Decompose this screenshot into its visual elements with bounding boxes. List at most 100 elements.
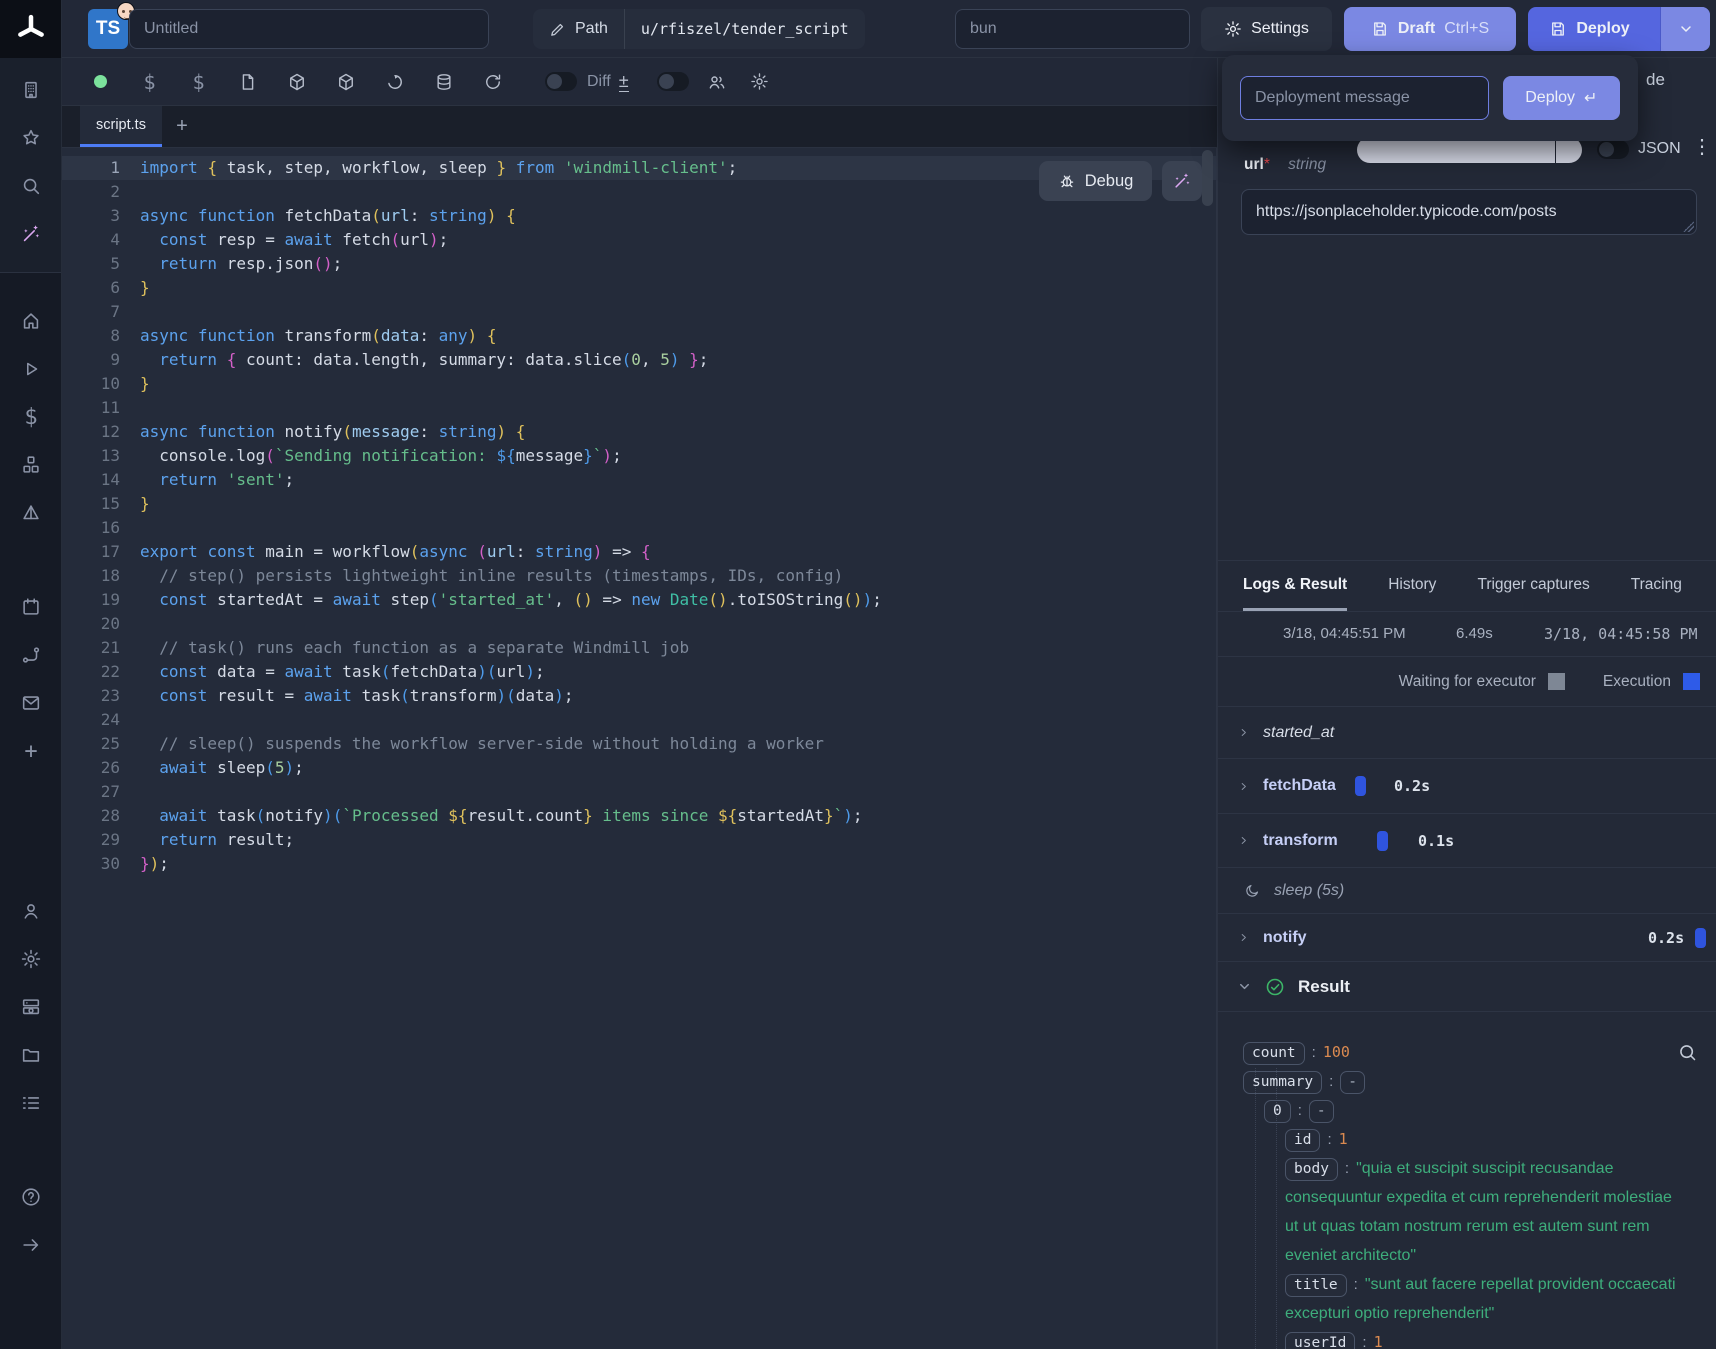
code-line-14[interactable]: return 'sent'; <box>140 468 882 492</box>
code-line-6[interactable]: } <box>140 276 882 300</box>
sidebar-item-server[interactable] <box>0 983 62 1031</box>
url-arg-input[interactable]: https://jsonplaceholder.typicode.com/pos… <box>1241 189 1697 235</box>
diff-toggle[interactable] <box>545 72 577 91</box>
sidebar-item-folder[interactable] <box>0 1031 62 1079</box>
editor-scrollbar[interactable] <box>1202 150 1213 206</box>
file-icon[interactable] <box>223 72 272 92</box>
timeline-step-started-at[interactable]: started_at <box>1218 707 1716 759</box>
sidebar-item-play[interactable] <box>0 345 62 393</box>
save-draft-button[interactable]: Draft Ctrl+S <box>1344 7 1516 51</box>
code-editor[interactable]: 1234567891011121314151617181920212223242… <box>62 148 1217 1349</box>
kebab-menu-icon[interactable]: ⋮ <box>1692 134 1712 158</box>
result-tab-history[interactable]: History <box>1388 561 1436 611</box>
sidebar-item-list[interactable] <box>0 1079 62 1127</box>
deployment-message-input[interactable]: Deployment message <box>1240 76 1489 120</box>
box-icon[interactable] <box>272 72 321 92</box>
json-row-0[interactable]: 0:- <box>1218 1096 1716 1125</box>
json-row-id[interactable]: id:1 <box>1218 1125 1716 1154</box>
editor-settings-gear-icon[interactable] <box>735 72 784 91</box>
sidebar-item-star[interactable] <box>0 114 62 162</box>
code-line-8[interactable]: async function transform(data: any) { <box>140 324 882 348</box>
history-icon[interactable] <box>370 72 419 92</box>
search-result-icon[interactable] <box>1677 1042 1698 1063</box>
sidebar-item-calendar[interactable] <box>0 583 62 631</box>
collab-toggle[interactable] <box>657 72 689 91</box>
sidebar-item-cubes[interactable] <box>0 441 62 489</box>
deploy-dropdown-button[interactable] <box>1660 7 1710 51</box>
ai-assistant-button[interactable] <box>1162 161 1202 201</box>
code-line-15[interactable]: } <box>140 492 882 516</box>
people-icon[interactable] <box>699 72 735 92</box>
code-line-22[interactable]: const data = await task(fetchData)(url); <box>140 660 882 684</box>
sidebar-item-wand[interactable] <box>0 210 62 258</box>
result-tab-trigger-captures[interactable]: Trigger captures <box>1477 561 1589 611</box>
sidebar-item-help[interactable] <box>0 1173 62 1221</box>
code-line-21[interactable]: // task() runs each function as a separa… <box>140 636 882 660</box>
box-icon[interactable] <box>321 72 370 92</box>
code-line-3[interactable]: async function fetchData(url: string) { <box>140 204 882 228</box>
timeline-step-notify[interactable]: notify0.2s <box>1218 914 1716 962</box>
resize-handle[interactable] <box>1683 221 1694 232</box>
json-row-body[interactable]: body:"quia et suscipit suscipit recusand… <box>1218 1154 1716 1270</box>
code-line-28[interactable]: await task(notify)(`Processed ${result.c… <box>140 804 882 828</box>
code-line-24[interactable] <box>140 708 882 732</box>
code-line-19[interactable]: const startedAt = await step('started_at… <box>140 588 882 612</box>
code-line-26[interactable]: await sleep(5); <box>140 756 882 780</box>
sidebar-item-route[interactable] <box>0 631 62 679</box>
deploy-button[interactable]: Deploy <box>1528 7 1651 51</box>
code-line-29[interactable]: return result; <box>140 828 882 852</box>
plus-minus-icon[interactable]: ± <box>619 72 629 92</box>
sidebar-item-building[interactable] <box>0 66 62 114</box>
json-view-toggle[interactable] <box>1597 140 1629 159</box>
timeline-step-fetchData[interactable]: fetchData0.2s <box>1218 759 1716 814</box>
sidebar-item-home[interactable] <box>0 297 62 345</box>
sidebar-item-plus[interactable]: + <box>0 727 62 775</box>
database-icon[interactable] <box>419 72 468 92</box>
code-line-10[interactable]: } <box>140 372 882 396</box>
code-line-16[interactable] <box>140 516 882 540</box>
tab-script-ts[interactable]: script.ts <box>80 106 162 147</box>
code-line-18[interactable]: // step() persists lightweight inline re… <box>140 564 882 588</box>
code-line-17[interactable]: export const main = workflow(async (url:… <box>140 540 882 564</box>
sidebar-item-gear[interactable] <box>0 935 62 983</box>
popup-deploy-button[interactable]: Deploy ↵ <box>1503 76 1620 120</box>
refresh-icon[interactable] <box>468 72 517 92</box>
dollar-icon[interactable]: $ <box>125 70 174 94</box>
json-row-userId[interactable]: userId:1 <box>1218 1328 1716 1349</box>
sidebar-item-pyramid[interactable] <box>0 489 62 537</box>
code-content[interactable]: import { task, step, workflow, sleep } f… <box>140 156 882 876</box>
code-line-13[interactable]: console.log(`Sending notification: ${mes… <box>140 444 882 468</box>
windmill-logo[interactable] <box>0 0 61 58</box>
sidebar-item-search[interactable] <box>0 162 62 210</box>
code-line-23[interactable]: const result = await task(transform)(dat… <box>140 684 882 708</box>
code-line-27[interactable] <box>140 780 882 804</box>
script-name-input[interactable]: Untitled <box>129 9 489 49</box>
code-line-11[interactable] <box>140 396 882 420</box>
sidebar-item-arrow-right[interactable] <box>0 1221 62 1269</box>
json-row-summary[interactable]: summary:- <box>1218 1067 1716 1096</box>
tag-input[interactable]: bun <box>955 9 1190 49</box>
code-line-1[interactable]: import { task, step, workflow, sleep } f… <box>140 156 882 180</box>
result-tab-logs-result[interactable]: Logs & Result <box>1243 561 1347 611</box>
result-row[interactable]: Result <box>1218 962 1716 1012</box>
result-tab-tracing[interactable]: Tracing <box>1631 561 1682 611</box>
code-line-2[interactable] <box>140 180 882 204</box>
code-line-25[interactable]: // sleep() suspends the workflow server-… <box>140 732 882 756</box>
path-pill[interactable]: Path u/rfiszel/tender_script <box>533 9 865 49</box>
code-line-4[interactable]: const resp = await fetch(url); <box>140 228 882 252</box>
sidebar-item-dollar[interactable]: $ <box>0 393 62 441</box>
path-value[interactable]: u/rfiszel/tender_script <box>625 20 865 38</box>
add-tab-button[interactable]: + <box>162 106 202 147</box>
timeline-step-transform[interactable]: transform0.1s <box>1218 814 1716 868</box>
json-row-title[interactable]: title:"sunt aut facere repellat providen… <box>1218 1270 1716 1328</box>
json-row-count[interactable]: count:100 <box>1218 1038 1716 1067</box>
sidebar-item-mail[interactable] <box>0 679 62 727</box>
settings-button[interactable]: Settings <box>1201 7 1332 51</box>
timeline-step-sleep-5s-[interactable]: sleep (5s) <box>1218 868 1716 914</box>
code-line-9[interactable]: return { count: data.length, summary: da… <box>140 348 882 372</box>
code-line-7[interactable] <box>140 300 882 324</box>
code-line-12[interactable]: async function notify(message: string) { <box>140 420 882 444</box>
code-line-5[interactable]: return resp.json(); <box>140 252 882 276</box>
code-line-20[interactable] <box>140 612 882 636</box>
debug-button[interactable]: Debug <box>1039 161 1152 201</box>
